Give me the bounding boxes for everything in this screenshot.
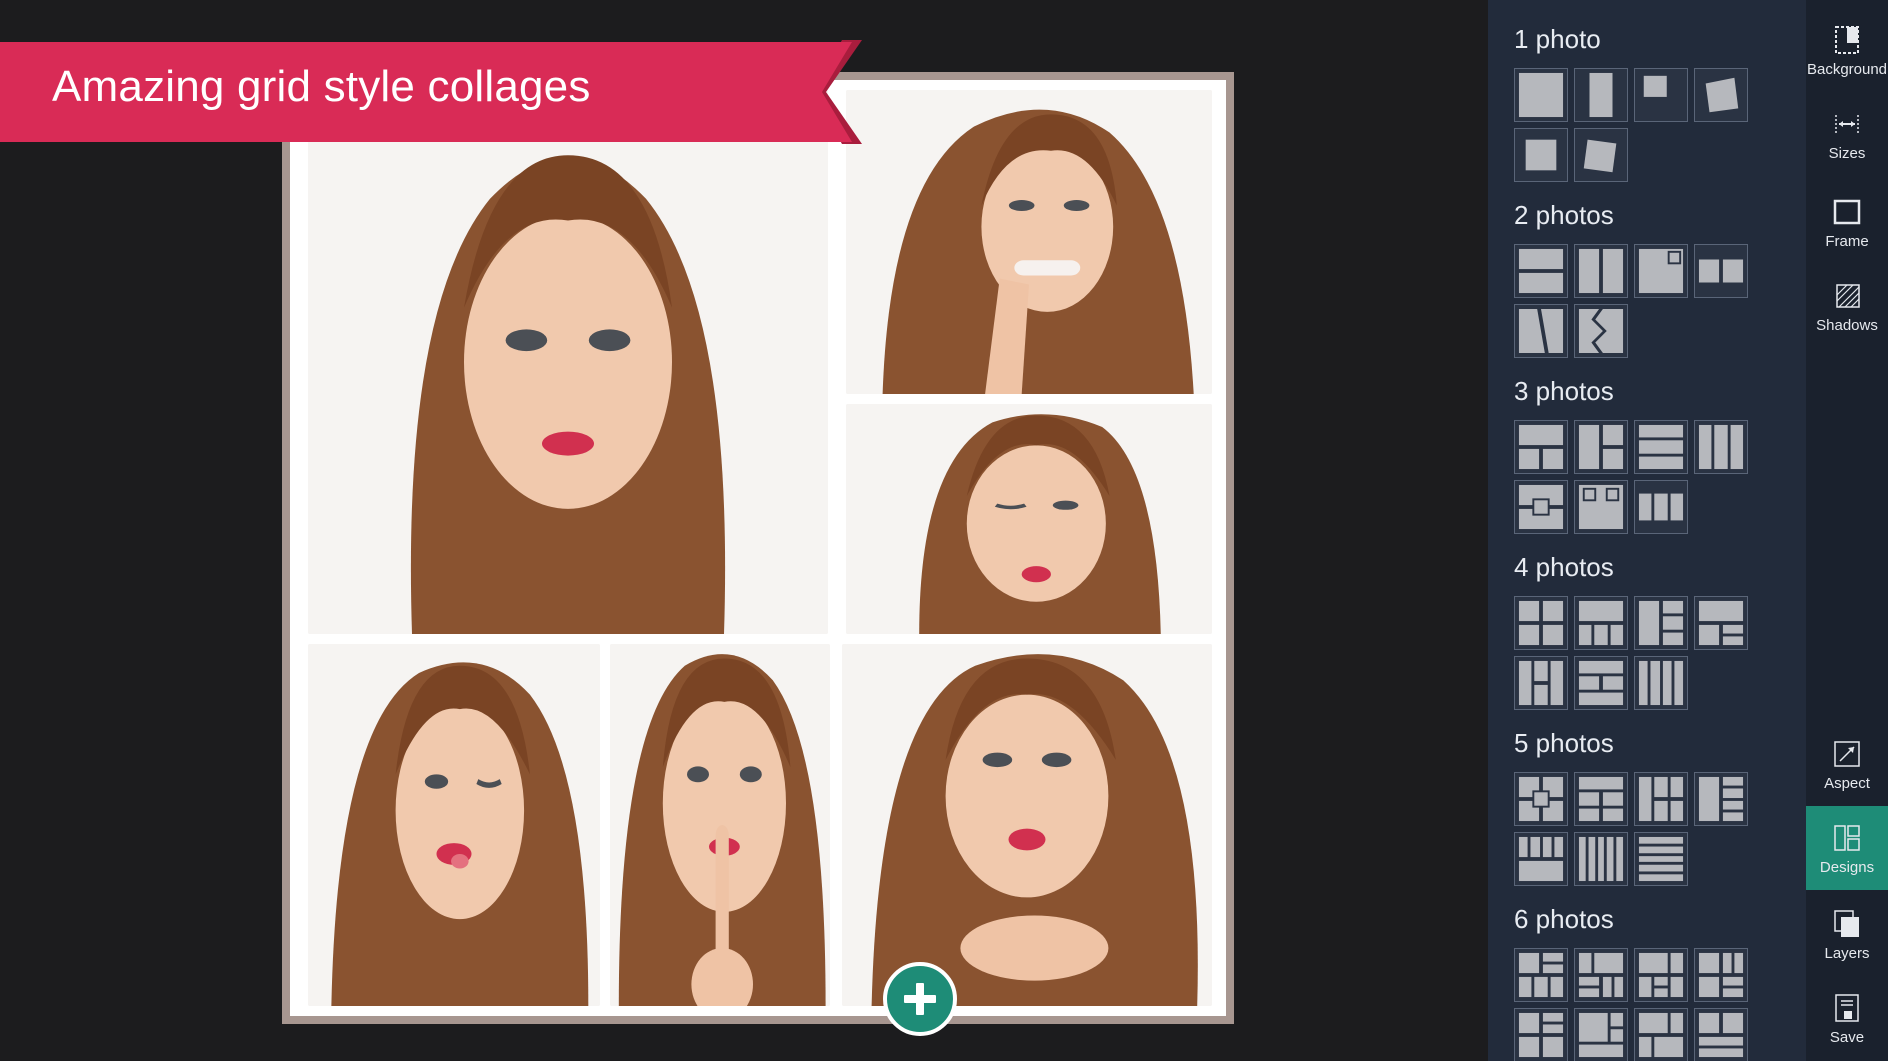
layout-thumbnail[interactable] <box>1634 596 1688 650</box>
shadows-button[interactable]: Shadows <box>1806 264 1888 348</box>
layout-thumbnail[interactable] <box>1574 304 1628 358</box>
layout-thumbnail[interactable] <box>1634 480 1688 534</box>
photo-cell-4[interactable] <box>308 644 600 1006</box>
layout-thumbnail[interactable] <box>1514 832 1568 886</box>
aspect-icon <box>1834 740 1860 767</box>
layout-thumbnail[interactable] <box>1634 772 1688 826</box>
collage-canvas: Amazing grid style collages <box>0 0 1488 1061</box>
layout-thumbnail[interactable] <box>1574 832 1628 886</box>
background-icon <box>1835 25 1859 54</box>
layout-thumbnail[interactable] <box>1574 244 1628 298</box>
layout-thumbnail[interactable] <box>1514 244 1568 298</box>
layout-thumbnail[interactable] <box>1634 832 1688 886</box>
right-toolbar: Background Sizes Frame Shadows Aspect De… <box>1806 0 1888 1061</box>
frame-button[interactable]: Frame <box>1806 180 1888 264</box>
designs-icon <box>1834 824 1860 851</box>
banner-title: Amazing grid style collages <box>52 62 591 111</box>
shadows-icon <box>1836 283 1860 308</box>
layout-thumbnail[interactable] <box>1634 68 1688 122</box>
designs-label: Designs <box>1819 858 1875 876</box>
layout-thumbnail[interactable] <box>1694 244 1748 298</box>
layout-thumbnail[interactable] <box>1514 420 1568 474</box>
photo-cell-3[interactable] <box>846 404 1212 634</box>
group-title-2-photos: 2 photos <box>1514 200 1614 230</box>
sizes-button[interactable]: Sizes <box>1806 92 1888 176</box>
layout-thumbnail[interactable] <box>1514 128 1568 182</box>
layout-thumbnail[interactable] <box>1514 948 1568 1002</box>
background-label: Background <box>1806 60 1888 78</box>
photo-cell-1[interactable] <box>308 90 828 634</box>
layers-button[interactable]: Layers <box>1806 892 1888 976</box>
layers-label: Layers <box>1824 944 1870 962</box>
aspect-button[interactable]: Aspect <box>1806 722 1888 806</box>
portrait-photo <box>846 404 1212 634</box>
layout-thumbnail[interactable] <box>1514 68 1568 122</box>
layout-thumbnail[interactable] <box>1694 772 1748 826</box>
group-title-3-photos: 3 photos <box>1514 376 1614 406</box>
frame-label: Frame <box>1825 232 1869 250</box>
layout-thumbnail[interactable] <box>1634 244 1688 298</box>
add-photo-button[interactable] <box>883 962 957 1036</box>
collage-frame[interactable] <box>282 72 1234 1024</box>
group-title-5-photos: 5 photos <box>1514 728 1614 758</box>
save-label: Save <box>1829 1028 1865 1046</box>
layout-thumbnail[interactable] <box>1514 656 1568 710</box>
layout-thumbnail[interactable] <box>1514 596 1568 650</box>
layout-thumbnail[interactable] <box>1634 656 1688 710</box>
layout-thumbnail[interactable] <box>1574 596 1628 650</box>
photo-cell-5[interactable] <box>610 644 830 1006</box>
layout-thumbnail[interactable] <box>1574 68 1628 122</box>
layout-thumbnail[interactable] <box>1694 420 1748 474</box>
layout-thumbnail[interactable] <box>1574 128 1628 182</box>
layout-thumbnail[interactable] <box>1694 948 1748 1002</box>
layout-thumbnail[interactable] <box>1694 1008 1748 1061</box>
group-title-4-photos: 4 photos <box>1514 552 1614 582</box>
designs-button[interactable]: Designs <box>1806 806 1888 890</box>
layout-thumbnail[interactable] <box>1574 420 1628 474</box>
sizes-icon <box>1835 114 1859 133</box>
layers-icon <box>1834 909 1859 937</box>
frame-icon <box>1833 199 1861 224</box>
save-button[interactable]: Save <box>1806 976 1888 1060</box>
group-title-6-photos: 6 photos <box>1514 904 1614 934</box>
layout-thumbnail[interactable] <box>1574 1008 1628 1061</box>
layout-thumbnail[interactable] <box>1514 1008 1568 1061</box>
portrait-photo <box>610 644 830 1006</box>
layout-thumbnail[interactable] <box>1574 948 1628 1002</box>
layout-thumbnail[interactable] <box>1694 596 1748 650</box>
aspect-label: Aspect <box>1824 774 1870 792</box>
layout-thumbnail[interactable] <box>1574 772 1628 826</box>
plus-icon <box>904 983 936 1015</box>
photo-cell-6[interactable] <box>842 644 1212 1006</box>
group-title-1-photo: 1 photo <box>1514 24 1601 54</box>
layout-thumbnail[interactable] <box>1634 948 1688 1002</box>
layout-thumbnail[interactable] <box>1634 1008 1688 1061</box>
layout-thumbnail[interactable] <box>1574 480 1628 534</box>
shadows-label: Shadows <box>1816 316 1878 334</box>
portrait-photo <box>308 90 828 634</box>
layout-thumbnail[interactable] <box>1514 772 1568 826</box>
portrait-photo <box>308 644 600 1006</box>
layout-thumbnail[interactable] <box>1694 68 1748 122</box>
portrait-photo <box>842 644 1212 1006</box>
collage-grid <box>290 80 1226 1016</box>
promo-banner: Amazing grid style collages <box>0 40 868 144</box>
layout-thumbnail[interactable] <box>1514 480 1568 534</box>
designs-panel: 1 photo 2 photos 3 photos 4 photos 5 pho… <box>1488 0 1806 1061</box>
layout-thumbnail[interactable] <box>1514 304 1568 358</box>
save-icon <box>1835 993 1859 1022</box>
background-button[interactable]: Background <box>1806 8 1888 92</box>
layout-thumbnail[interactable] <box>1574 656 1628 710</box>
layout-thumbnail[interactable] <box>1634 420 1688 474</box>
sizes-label: Sizes <box>1828 144 1866 162</box>
portrait-photo <box>846 90 1212 394</box>
photo-cell-2[interactable] <box>846 90 1212 394</box>
